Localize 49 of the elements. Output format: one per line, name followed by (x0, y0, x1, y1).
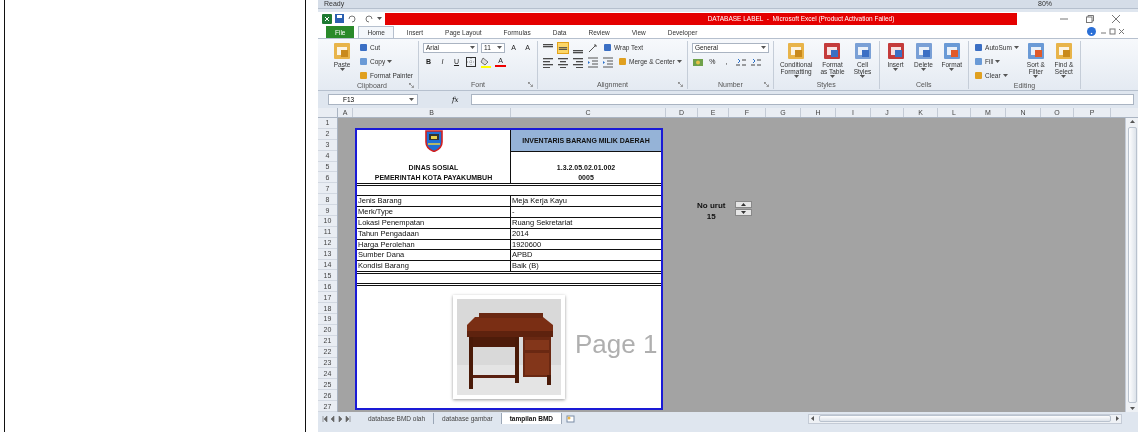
borders-icon[interactable] (465, 55, 477, 68)
counter-label: No urut (697, 201, 726, 210)
help-icon[interactable] (1087, 27, 1096, 36)
ribbon-command-icon (852, 41, 873, 61)
save-icon[interactable] (335, 14, 344, 23)
dialog-launcher-icon[interactable] (763, 82, 769, 87)
new-sheet-icon[interactable] (566, 414, 577, 423)
alignment-icon[interactable] (557, 41, 569, 54)
alignment-icon[interactable] (572, 55, 584, 68)
ribbon-command-icon (941, 41, 962, 61)
ribbon-command-icon (786, 41, 807, 61)
orientation-icon[interactable] (587, 41, 599, 54)
fill-color-icon[interactable] (480, 55, 492, 68)
left-arrow-icon[interactable] (811, 416, 814, 421)
dialog-launcher-icon[interactable] (409, 83, 414, 88)
window-controls-icon[interactable] (1100, 28, 1126, 35)
formula-input[interactable] (470, 94, 1134, 105)
dialog-launcher-icon[interactable] (677, 82, 683, 87)
dialog-launcher-icon[interactable] (528, 82, 533, 87)
undo-icon[interactable] (347, 14, 359, 23)
right-arrow-icon[interactable] (1116, 416, 1119, 421)
up-arrow-icon[interactable] (1129, 120, 1135, 123)
alignment-icon[interactable] (557, 55, 569, 68)
horizontal-scrollbar[interactable] (808, 413, 1122, 424)
caret-icon (497, 46, 502, 49)
close-icon[interactable] (1112, 14, 1120, 23)
restore-icon[interactable] (1086, 14, 1094, 23)
ribbon-command-icon (822, 41, 843, 61)
down-arrow-icon[interactable] (741, 211, 747, 214)
ribbon-command-icon (913, 41, 934, 61)
redo-icon[interactable] (362, 14, 374, 23)
vertical-scrollbar[interactable] (1125, 118, 1138, 412)
emblem-icon (424, 130, 443, 152)
ribbon-command-icon (1053, 41, 1074, 61)
app-icon[interactable] (322, 13, 332, 24)
caret-icon (377, 17, 382, 20)
ribbon-command-icon (332, 41, 352, 61)
caret-icon (760, 46, 766, 49)
sheet-navigation-icon[interactable] (322, 415, 352, 422)
counter-value: 15 (706, 212, 716, 221)
caret-icon (409, 98, 414, 101)
page-watermark: Page 1 (575, 330, 658, 359)
caret-icon (470, 46, 475, 49)
ribbon-command-icon (885, 41, 906, 61)
alignment-icon[interactable] (542, 55, 554, 68)
ribbon-command-icon (1025, 41, 1046, 61)
spin-control[interactable] (735, 201, 753, 216)
up-arrow-icon[interactable] (741, 203, 747, 206)
down-arrow-icon[interactable] (1129, 407, 1135, 410)
